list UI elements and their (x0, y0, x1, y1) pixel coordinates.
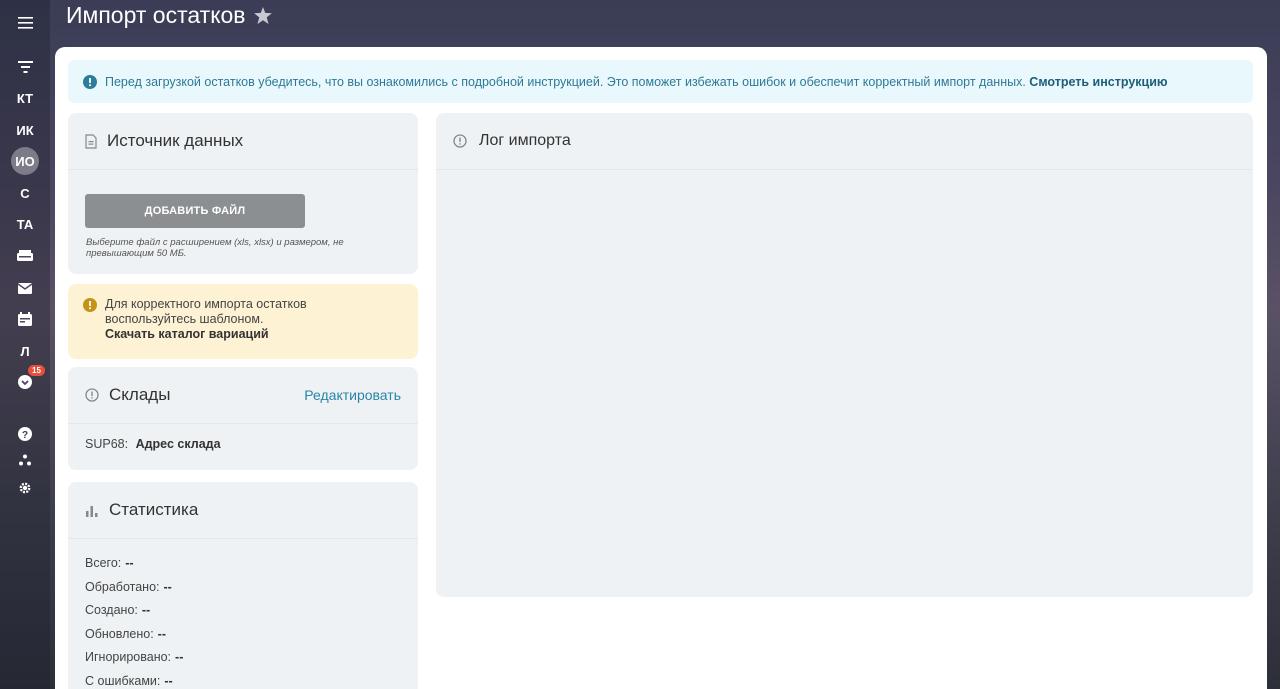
file-icon (85, 133, 97, 149)
template-warning-text: Для корректного импорта остатков восполь… (105, 297, 307, 326)
sidebar-item-label: ИК (16, 122, 34, 138)
warehouses-panel: Склады Редактировать SUP68: Адрес склада (68, 367, 418, 470)
sidebar-item-label: С (20, 185, 30, 201)
star-icon[interactable] (253, 6, 272, 24)
warehouse-code: SUP68: (85, 437, 129, 451)
warning-icon (83, 298, 97, 312)
import-log-title: Лог импорта (479, 132, 571, 149)
edit-warehouses-link[interactable]: Редактировать (304, 387, 401, 403)
info-notice: Перед загрузкой остатков убедитесь, что … (68, 60, 1253, 103)
sidebar-item-label: ТА (16, 216, 34, 232)
statistics-title: Статистика (109, 500, 199, 519)
sidebar-item-ta[interactable]: ТА (0, 211, 50, 237)
info-circle-icon (453, 134, 467, 148)
info-circle-icon (85, 388, 99, 402)
download-catalog-link[interactable]: Скачать каталог вариаций (105, 327, 269, 341)
sidebar-item-l[interactable]: Л (0, 338, 50, 364)
warehouse-row: SUP68: Адрес склада (68, 424, 418, 464)
page-title: Импорт остатков (66, 1, 246, 28)
stat-row-total: Всего: -- (85, 556, 134, 570)
filter-icon[interactable] (0, 54, 50, 80)
stat-row-updated: Обновлено: -- (85, 626, 166, 641)
sidebar-item-ik[interactable]: ИК (0, 117, 50, 143)
warehouses-title: Склады (109, 385, 171, 404)
notice-text: Перед загрузкой остатков убедитесь, что … (105, 74, 1168, 89)
file-hint: Выберите файл с расширением (xls, xlsx) … (86, 237, 344, 259)
sidebar-item-label: КТ (16, 90, 34, 106)
stat-row-processed: Обработано: -- (85, 579, 172, 594)
stat-row-created: Создано: -- (85, 603, 151, 617)
statistics-header: Статистика (68, 482, 418, 539)
mail-icon[interactable] (0, 275, 50, 301)
sidebar-item-label: ИО (15, 153, 35, 169)
menu-icon[interactable] (0, 10, 50, 36)
data-source-title: Источник данных (107, 131, 244, 150)
statistics-list: Всего: -- Обработано: -- Создано: -- Обновл… (68, 539, 418, 689)
left-sidebar: КТ ИК ИО С ТА Л 15 ? (0, 0, 50, 689)
main-content: Перед загрузкой остатков убедитесь, что … (55, 47, 1267, 689)
sidebar-item-io[interactable]: ИО (0, 147, 50, 175)
sidebar-item-s[interactable]: С (0, 180, 50, 206)
page-title-bar: Импорт остатков (66, 2, 272, 28)
storage-icon[interactable] (0, 243, 50, 269)
notifications-icon[interactable]: 15 (0, 365, 50, 395)
calendar-icon[interactable] (0, 306, 50, 332)
data-source-panel: Источник данных ДОБАВИТЬ ФАЙЛ Выберите ф… (68, 113, 418, 274)
import-log-header: Лог импорта (436, 113, 1253, 170)
bar-chart-icon (86, 505, 98, 517)
info-icon (83, 74, 97, 89)
help-icon[interactable]: ? (0, 421, 50, 447)
structure-icon[interactable] (0, 447, 50, 473)
sidebar-item-label: Л (20, 343, 30, 359)
stat-row-ignored: Игнорировано: -- (85, 650, 184, 664)
template-warning: Для корректного импорта остатков восполь… (68, 284, 418, 359)
instruction-link[interactable]: Смотреть инструкцию (1029, 75, 1167, 89)
import-log-panel: Лог импорта (436, 113, 1253, 597)
sidebar-item-kt[interactable]: КТ (0, 85, 50, 111)
svg-text:?: ? (22, 430, 28, 441)
add-file-button[interactable]: ДОБАВИТЬ ФАЙЛ (85, 194, 305, 228)
warehouse-address: Адрес склада (135, 437, 221, 451)
warehouses-header: Склады Редактировать (68, 367, 418, 424)
data-source-header: Источник данных (68, 113, 418, 170)
notification-badge: 15 (28, 365, 45, 376)
statistics-panel: Статистика Всего: -- Обработано: -- Создан… (68, 482, 418, 689)
stat-row-errors: С ошибками: -- (85, 673, 173, 688)
gear-icon[interactable] (0, 475, 50, 501)
